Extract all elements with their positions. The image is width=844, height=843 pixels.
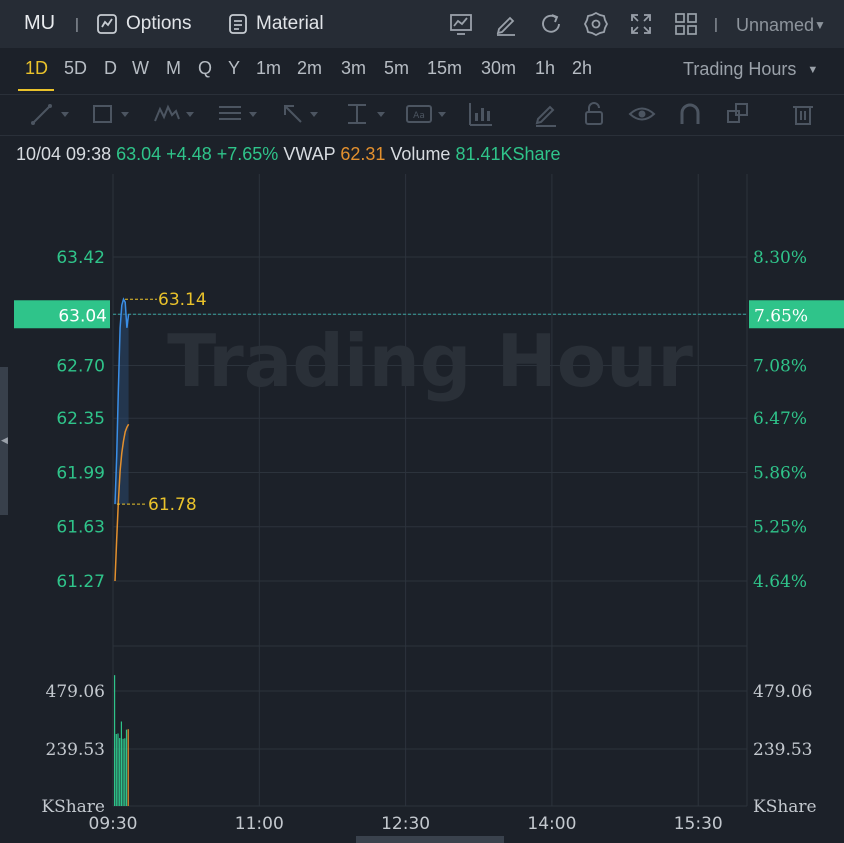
intraday-chart[interactable]: Trading Hour 63.42 62.70 62.35 61.99 61.63 61.… (0, 0, 844, 843)
price-axis-label: 61.27 (56, 572, 105, 592)
volume-bar (122, 738, 124, 806)
price-axis-label: 63.42 (56, 248, 105, 268)
pct-axis-label: 4.64% (753, 572, 807, 592)
time-axis-label: 14:00 (527, 814, 576, 834)
price-axis-label: 62.70 (56, 357, 105, 377)
chevron-left-icon: ◀ (1, 435, 8, 445)
volume-bar (127, 729, 129, 806)
volume-bar (124, 738, 126, 806)
pct-axis-label: 5.86% (753, 463, 807, 483)
pct-axis-label: 8.30% (753, 248, 807, 268)
pct-axis-label: 7.08% (753, 357, 807, 377)
low-price-label: 61.78 (148, 495, 197, 515)
volume-axis-label: 479.06 (753, 682, 812, 702)
time-axis-label: 12:30 (381, 814, 430, 834)
volume-axis-label: 239.53 (46, 740, 105, 760)
current-pct-label: 7.65% (754, 306, 808, 326)
chart-watermark: Trading Hour (167, 319, 693, 403)
price-axis-label: 61.99 (56, 463, 105, 483)
volume-axis-label: 239.53 (753, 740, 812, 760)
pct-axis-label: 6.47% (753, 409, 807, 429)
volume-axis-label: KShare (753, 797, 817, 817)
volume-axis-label: 479.06 (46, 682, 105, 702)
volume-bar (117, 733, 119, 806)
current-price-label: 63.04 (58, 306, 107, 326)
price-axis-label: 61.63 (56, 518, 105, 538)
time-axis-label: 11:00 (235, 814, 284, 834)
time-axis-label: 15:30 (674, 814, 723, 834)
volume-bar (119, 738, 121, 806)
pct-axis-label: 5.25% (753, 518, 807, 538)
volume-bar (114, 675, 116, 806)
volume-bar (125, 729, 128, 806)
volume-bar (120, 721, 122, 806)
left-panel-toggle[interactable]: ◀ (0, 367, 8, 515)
volume-bar (115, 733, 117, 806)
price-axis-label: 62.35 (56, 409, 105, 429)
time-axis-label: 09:30 (89, 814, 138, 834)
time-scrollbar[interactable] (356, 836, 504, 843)
price-area (115, 299, 129, 505)
high-price-label: 63.14 (158, 290, 207, 310)
